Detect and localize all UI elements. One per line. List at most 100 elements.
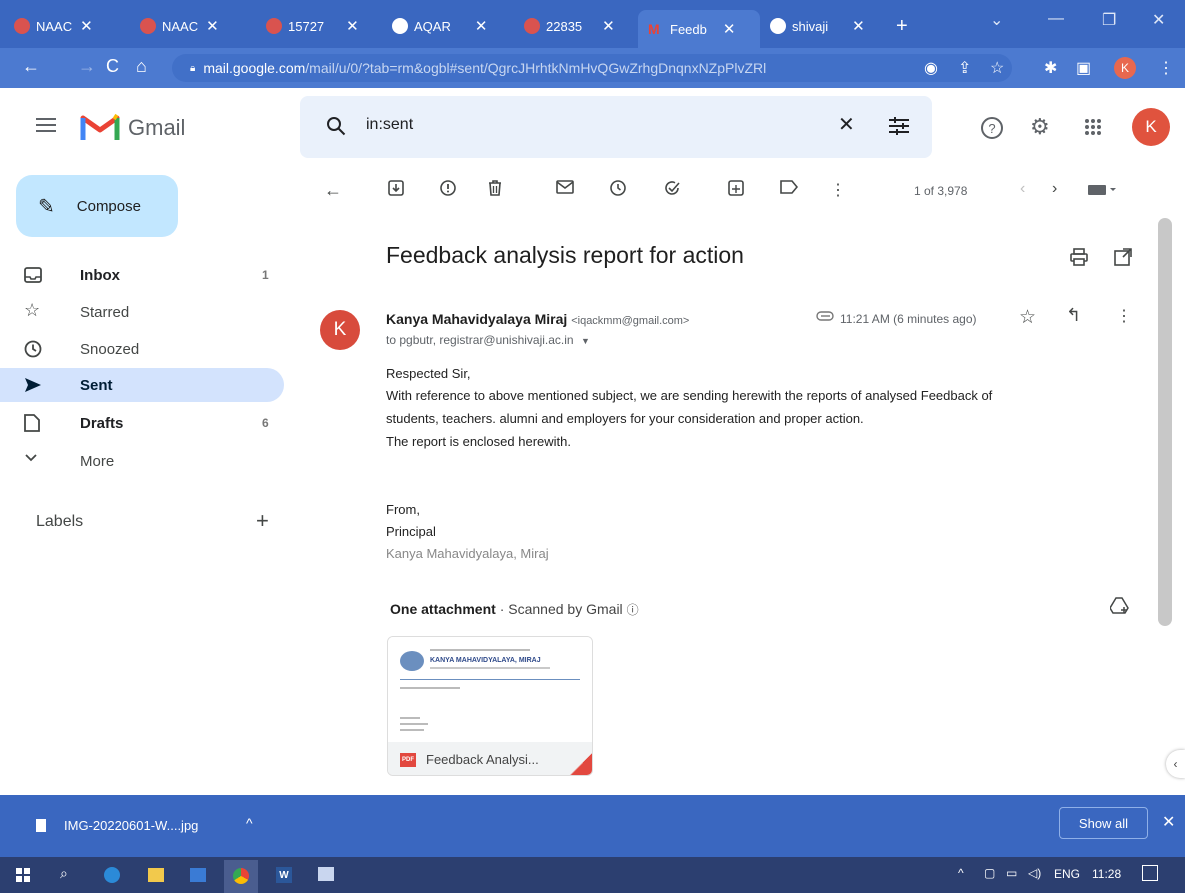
snooze-icon[interactable]	[610, 180, 626, 196]
sender-name[interactable]: Kanya Mahavidyalaya Miraj	[386, 311, 567, 327]
label-icon[interactable]	[780, 180, 798, 194]
close-tab-icon[interactable]: ✕	[602, 17, 615, 35]
browser-menu-icon[interactable]: ⋮	[1158, 58, 1174, 78]
info-icon[interactable]: ⓘ	[627, 603, 639, 617]
attachment-card[interactable]: KANYA MAHAVIDYALAYA, MIRAJ PDF Feedback …	[387, 636, 593, 776]
add-label-icon[interactable]: +	[256, 508, 269, 534]
volume-icon[interactable]: ◁)	[1028, 866, 1041, 880]
add-to-drive-icon[interactable]	[1110, 597, 1130, 615]
taskbar-search-icon[interactable]: ⌕	[60, 865, 68, 882]
report-spam-icon[interactable]	[440, 180, 456, 196]
browser-tab-active[interactable]: M Feedb ✕	[638, 10, 760, 48]
home-icon[interactable]: ⌂	[136, 56, 147, 77]
extensions-icon[interactable]: ✱	[1044, 58, 1057, 78]
new-tab-button[interactable]: +	[896, 12, 908, 40]
body-line: Respected Sir,	[386, 366, 471, 381]
close-tab-icon[interactable]: ✕	[346, 17, 359, 35]
show-all-button[interactable]: Show all	[1059, 807, 1148, 839]
print-icon[interactable]	[1070, 248, 1088, 266]
delete-icon[interactable]	[488, 180, 502, 196]
windows-start-icon[interactable]	[16, 868, 30, 882]
send-icon	[24, 376, 42, 394]
message-more-icon[interactable]: ⋮	[1116, 306, 1132, 326]
view-icon[interactable]: ◉	[924, 58, 938, 78]
browser-tab[interactable]: 22835 ✕	[524, 12, 634, 40]
reply-icon[interactable]: ↰	[1066, 305, 1081, 326]
search-icon[interactable]	[326, 116, 346, 136]
share-icon[interactable]: ⇪	[958, 58, 971, 78]
store-icon[interactable]	[190, 868, 206, 882]
clock[interactable]: 11:28	[1092, 867, 1121, 881]
close-tab-icon[interactable]: ✕	[80, 17, 93, 35]
back-arrow-icon[interactable]: ←	[22, 56, 40, 77]
tab-title: 15727	[288, 18, 325, 34]
mark-unread-icon[interactable]	[556, 180, 574, 194]
add-to-tasks-icon[interactable]	[664, 180, 682, 196]
search-options-icon[interactable]	[888, 116, 910, 136]
star-message-icon[interactable]: ☆	[1019, 306, 1036, 329]
language-indicator[interactable]: ENG	[1054, 867, 1080, 881]
close-tab-icon[interactable]: ✕	[723, 20, 736, 38]
forward-arrow-icon[interactable]: →	[78, 56, 96, 77]
help-icon[interactable]: ?	[980, 116, 1004, 140]
browser-tab[interactable]: NAAC ✕	[14, 12, 134, 40]
close-shelf-icon[interactable]: ✕	[1162, 812, 1175, 832]
back-to-list-icon[interactable]: ←	[324, 180, 342, 201]
browser-tab[interactable]: 15727 ✕	[266, 12, 381, 40]
newer-chevron-icon[interactable]: ‹	[1020, 180, 1025, 198]
recipients-line[interactable]: to pgbutr, registrar@unishivaji.ac.in ▼	[386, 333, 590, 347]
bookmark-star-icon[interactable]: ☆	[990, 58, 1004, 78]
clear-search-icon[interactable]: ✕	[838, 112, 855, 137]
more-options-icon[interactable]: ⋮	[830, 180, 846, 200]
sidebar-item-starred[interactable]: ☆ Starred	[0, 295, 284, 329]
word-icon[interactable]: W	[276, 867, 292, 883]
sidebar-item-drafts[interactable]: Drafts 6	[0, 406, 284, 440]
close-tab-icon[interactable]: ✕	[852, 17, 865, 35]
compose-button[interactable]: ✎ Compose	[16, 175, 178, 237]
search-bar[interactable]: in:sent ✕	[300, 96, 932, 158]
sidebar-item-inbox[interactable]: Inbox 1	[0, 258, 284, 292]
archive-icon[interactable]	[388, 180, 404, 196]
input-tools-icon[interactable]	[1088, 184, 1118, 196]
close-tab-icon[interactable]: ✕	[475, 17, 488, 35]
close-tab-icon[interactable]: ✕	[206, 17, 219, 35]
open-new-window-icon[interactable]	[1114, 248, 1132, 266]
sidebar-item-sent[interactable]: Sent	[0, 368, 284, 402]
profile-avatar[interactable]: K	[1114, 57, 1136, 79]
network-icon[interactable]: ▭	[1006, 866, 1017, 880]
minimize-icon[interactable]: —	[1048, 10, 1064, 28]
file-explorer-icon[interactable]	[148, 868, 164, 882]
close-window-icon[interactable]: ✕	[1152, 10, 1165, 30]
download-filename[interactable]: IMG-20220601-W....jpg	[64, 818, 198, 833]
scanner-app-icon[interactable]	[318, 867, 334, 881]
meet-now-icon[interactable]: ▢	[984, 866, 995, 880]
sidebar-item-snoozed[interactable]: Snoozed	[0, 332, 284, 366]
main-menu-icon[interactable]	[36, 117, 56, 133]
settings-gear-icon[interactable]: ⚙	[1030, 114, 1050, 140]
browser-tab[interactable]: AQAR ✕	[392, 12, 512, 40]
browser-tab[interactable]: shivaji ✕	[770, 12, 888, 40]
account-avatar[interactable]: K	[1132, 108, 1170, 146]
edge-icon[interactable]	[104, 867, 120, 883]
search-input[interactable]: in:sent	[366, 116, 413, 134]
restore-icon[interactable]: ❐	[1102, 10, 1116, 30]
reload-icon[interactable]: C	[106, 56, 119, 77]
address-bar[interactable]: 🔒︎ mail.google.com /mail/u/0/?tab=rm&ogb…	[172, 54, 1012, 82]
download-options-icon[interactable]: ^	[246, 815, 253, 831]
scrollbar[interactable]	[1158, 218, 1172, 626]
older-chevron-icon[interactable]: ›	[1052, 180, 1057, 198]
sidebar-item-more[interactable]: More	[0, 444, 284, 478]
show-details-icon[interactable]: ▼	[581, 336, 590, 346]
move-to-icon[interactable]	[728, 180, 744, 196]
apps-grid-icon[interactable]	[1084, 118, 1102, 136]
notifications-icon[interactable]	[1142, 865, 1158, 881]
scanned-label: Scanned by Gmail	[508, 601, 623, 617]
tab-search-icon[interactable]: ⌄	[990, 10, 1003, 30]
chrome-taskbar-button[interactable]	[224, 860, 258, 893]
sender-avatar[interactable]: K	[320, 310, 360, 350]
side-panel-toggle-icon[interactable]: ‹	[1166, 750, 1185, 778]
side-panel-icon[interactable]: ▣	[1076, 58, 1091, 78]
gmail-logo-icon[interactable]	[80, 112, 120, 142]
browser-tab[interactable]: NAAC ✕	[140, 12, 260, 40]
tray-expand-icon[interactable]: ^	[958, 866, 964, 880]
